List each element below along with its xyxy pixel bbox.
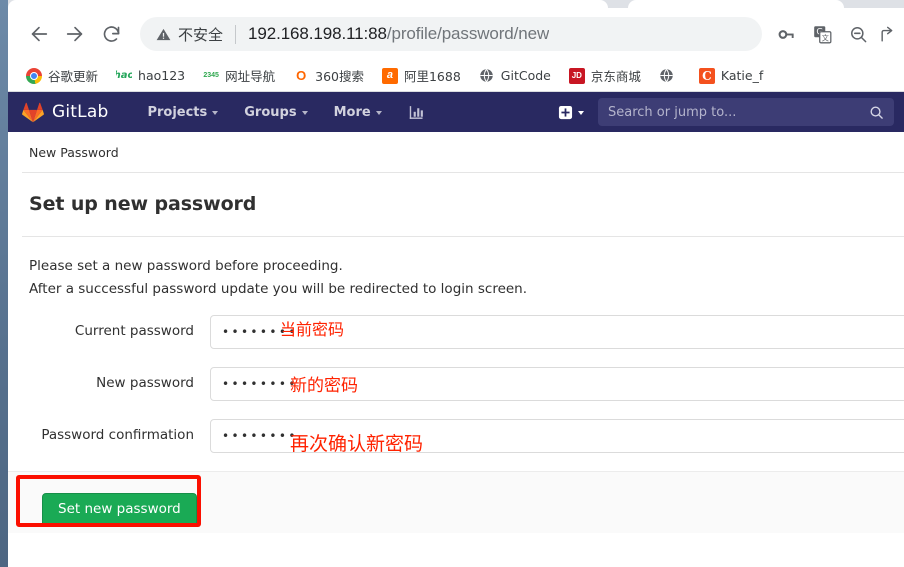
password-confirmation-input[interactable]: •••••••• — [210, 419, 904, 454]
share-icon[interactable] — [878, 18, 898, 50]
alibaba-icon: a — [381, 67, 398, 84]
bookmark-item[interactable]: JD 京东商城 — [568, 63, 649, 88]
nav-item-projects[interactable]: Projects — [134, 92, 231, 132]
jd-icon: JD — [568, 67, 585, 84]
chevron-down-icon — [212, 111, 219, 115]
bookmark-label: GitCode — [500, 68, 551, 83]
chevron-down-icon — [375, 111, 382, 115]
warning-triangle-icon[interactable] — [156, 27, 171, 42]
bookmark-label: hao123 — [138, 68, 186, 83]
bookmark-item[interactable]: 2345 网址导航 — [203, 63, 283, 88]
nav-item-label: Projects — [147, 104, 208, 120]
password-value: •••••••• — [222, 377, 298, 392]
chrome-icon — [26, 67, 42, 84]
breadcrumb: New Password — [29, 145, 119, 160]
address-bar[interactable]: 不安全 192.168.198.11:88/profile/password/n… — [140, 17, 762, 51]
security-status-label: 不安全 — [178, 25, 224, 44]
bookmark-label: 360搜索 — [315, 69, 364, 84]
reload-button[interactable] — [94, 17, 128, 51]
password-value: •••••••• — [222, 429, 298, 444]
2345-icon: 2345 — [203, 67, 220, 84]
svg-text:文: 文 — [821, 33, 828, 42]
page-content: New Password Set up new password Please … — [8, 132, 904, 558]
search-placeholder: Search or jump to... — [608, 104, 737, 120]
chevron-down-icon — [578, 111, 584, 115]
back-button[interactable] — [22, 17, 56, 51]
current-password-input[interactable]: •••••••• — [210, 315, 904, 350]
hao123-icon: hao — [116, 67, 133, 84]
form-actions: Set new password — [8, 471, 904, 534]
bookmark-item[interactable]: C Katie_f — [698, 65, 771, 87]
bookmark-label: 谷歌更新 — [48, 69, 99, 84]
browser-toolbar: 不安全 192.168.198.11:88/profile/password/n… — [8, 8, 904, 60]
form-row-current-password: Current password •••••••• 当前密码 — [22, 315, 904, 350]
katie-icon: C — [698, 67, 715, 84]
bookmark-label: 京东商城 — [590, 69, 641, 84]
page-footer-space — [22, 533, 904, 558]
bookmark-item[interactable] — [658, 65, 689, 87]
bookmark-item[interactable]: a 阿里1688 — [381, 63, 469, 88]
nav-item-label: Groups — [244, 104, 297, 120]
toolbar-icon-group: G 文 — [770, 18, 898, 50]
password-confirmation-label: Password confirmation — [41, 427, 194, 444]
zoom-out-icon[interactable] — [842, 18, 874, 50]
tab-strip — [8, 0, 904, 8]
bookmark-item[interactable]: 谷歌更新 — [26, 63, 106, 88]
password-value: •••••••• — [222, 325, 298, 340]
url-host: 192.168.198.11:88 — [248, 24, 387, 43]
omnibox-divider — [235, 24, 237, 44]
form-row-new-password: New password •••••••• 新的密码 — [22, 367, 904, 402]
bookmark-label: 网址导航 — [225, 69, 276, 84]
360-icon: O — [293, 67, 310, 84]
bookmark-label: 阿里1688 — [403, 69, 461, 84]
nav-item-groups[interactable]: Groups — [231, 92, 320, 132]
plus-square-icon — [558, 105, 573, 119]
gitlab-home-link[interactable]: GitLab — [22, 102, 108, 123]
form-row-password-confirmation: Password confirmation •••••••• 再次确认新密码 — [22, 419, 904, 455]
password-form: Current password •••••••• 当前密码 New passw… — [8, 315, 904, 558]
nav-item-analytics[interactable] — [395, 92, 438, 132]
bookmark-label: Katie_f — [720, 68, 764, 83]
chevron-down-icon — [301, 111, 308, 115]
intro-text: Please set a new password before proceed… — [22, 237, 904, 301]
new-item-button[interactable] — [548, 105, 594, 120]
browser-window: 不安全 192.168.198.11:88/profile/password/n… — [8, 0, 904, 567]
nav-item-label: More — [333, 104, 371, 120]
url-text: 192.168.198.11:88/profile/password/new — [248, 24, 549, 44]
bookmark-item[interactable]: hao hao123 — [116, 65, 193, 87]
new-password-label: New password — [96, 375, 194, 392]
url-path: /profile/password/new — [386, 24, 550, 43]
bookmark-item[interactable]: GitCode — [478, 65, 559, 87]
gitlab-navbar: GitLab Projects Groups More Search or ju… — [8, 92, 904, 132]
search-icon[interactable] — [869, 105, 884, 120]
globe-icon — [478, 67, 495, 84]
current-password-label: Current password — [74, 323, 194, 340]
gitlab-fox-icon — [22, 102, 44, 122]
password-key-icon[interactable] — [770, 18, 802, 50]
gitlab-brand-label: GitLab — [52, 102, 109, 122]
set-new-password-button[interactable]: Set new password — [42, 493, 197, 527]
intro-line-2: After a successful password update you w… — [29, 281, 528, 298]
google-translate-icon[interactable]: G 文 — [806, 18, 838, 50]
forward-button[interactable] — [58, 17, 92, 51]
browser-tab-active[interactable] — [8, 0, 608, 8]
globe-icon — [658, 67, 675, 84]
bookmark-item[interactable]: O 360搜索 — [293, 63, 372, 88]
intro-line-1: Please set a new password before proceed… — [29, 258, 343, 274]
nav-item-more[interactable]: More — [321, 92, 395, 132]
browser-tab-secondary[interactable] — [628, 0, 844, 8]
bookmarks-bar: 谷歌更新 hao hao123 2345 网址导航 O 360搜索 a 阿里16… — [8, 60, 904, 92]
gitlab-search-box[interactable]: Search or jump to... — [598, 98, 894, 126]
page-title: Set up new password — [29, 193, 257, 215]
new-password-input[interactable]: •••••••• — [210, 367, 904, 402]
bar-chart-icon — [409, 105, 423, 119]
